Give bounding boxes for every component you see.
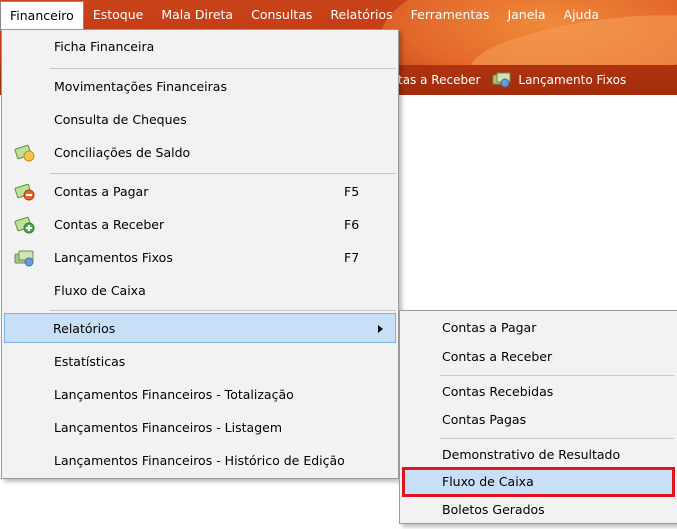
relatorios-submenu: Contas a Pagar Contas a Receber Contas R… [399,310,677,524]
submenu-item-demonstrativo[interactable]: Demonstrativo de Resultado [402,440,675,470]
submenu-item-label: Fluxo de Caixa [442,474,534,489]
submenu-item-contas-receber[interactable]: Contas a Receber [402,342,675,372]
menu-separator [50,173,396,174]
submenu-item-boletos[interactable]: Boletos Gerados [402,495,675,525]
fixed-entries-icon [14,249,36,267]
menu-janela[interactable]: Janela [498,0,554,30]
fixed-entries-icon [492,72,512,88]
submenu-item-label: Demonstrativo de Resultado [442,447,621,462]
submenu-item-label: Contas Pagas [442,412,527,427]
accounts-payable-icon [14,183,36,201]
menu-estoque[interactable]: Estoque [84,0,153,30]
menu-ajuda[interactable]: Ajuda [555,0,609,30]
menu-separator [50,68,396,69]
menu-item-lanc-historico[interactable]: Lançamentos Financeiros - Histórico de E… [4,446,396,476]
menu-item-movimentacoes[interactable]: Movimentações Financeiras [4,72,396,102]
menu-item-label: Movimentações Financeiras [54,79,227,94]
menu-item-label: Lançamentos Financeiros - Listagem [54,420,282,435]
balance-reconcile-icon [14,144,36,162]
submenu-item-contas-recebidas[interactable]: Contas Recebidas [402,377,675,407]
menu-item-shortcut: F6 [344,217,360,232]
submenu-item-label: Boletos Gerados [442,502,545,517]
menu-item-contas-receber[interactable]: Contas a Receber F6 [4,210,396,240]
menu-item-consulta-cheques[interactable]: Consulta de Cheques [4,105,396,135]
menu-separator [440,375,674,376]
menu-item-shortcut: F5 [344,184,360,199]
menu-bar: Financeiro Estoque Mala Direta Consultas… [0,0,677,31]
accounts-receivable-icon [14,216,36,234]
financeiro-dropdown: Ficha Financeira Movimentações Financeir… [1,29,399,479]
menu-ferramentas[interactable]: Ferramentas [402,0,499,30]
menu-item-label: Lançamentos Financeiros - Totalização [54,387,294,402]
menu-item-label: Lançamentos Fixos [54,250,173,265]
menu-item-lanc-listagem[interactable]: Lançamentos Financeiros - Listagem [4,413,396,443]
menu-mala-direta[interactable]: Mala Direta [152,0,242,30]
menu-item-lanc-totalizacao[interactable]: Lançamentos Financeiros - Totalização [4,380,396,410]
menu-item-label: Ficha Financeira [54,39,155,54]
toolbar-contas-receber-button[interactable]: tas a Receber [398,73,480,87]
menu-item-shortcut: F7 [344,250,360,265]
menu-item-fluxo-caixa[interactable]: Fluxo de Caixa [4,276,396,306]
toolbar-lancamento-fixos-button[interactable]: Lançamento Fixos [518,73,626,87]
submenu-item-label: Contas a Pagar [442,320,537,335]
menu-item-label: Relatórios [53,321,116,336]
menu-item-label: Estatísticas [54,354,126,369]
menu-separator [440,438,674,439]
menu-item-label: Contas a Pagar [54,184,149,199]
submenu-item-fluxo-caixa[interactable]: Fluxo de Caixa [402,467,675,497]
menu-financeiro[interactable]: Financeiro [0,0,84,31]
menu-consultas[interactable]: Consultas [242,0,321,30]
menu-item-ficha-financeira[interactable]: Ficha Financeira [4,32,396,62]
menu-item-lancamentos-fixos[interactable]: Lançamentos Fixos F7 [4,243,396,273]
menu-item-contas-pagar[interactable]: Contas a Pagar F5 [4,177,396,207]
submenu-arrow-icon [378,325,383,333]
menu-item-label: Conciliações de Saldo [54,145,191,160]
menu-relatorios[interactable]: Relatórios [321,0,401,30]
toolbar: tas a Receber Lançamento Fixos [398,68,626,92]
menu-separator [50,310,396,311]
menu-item-label: Contas a Receber [54,217,165,232]
submenu-item-label: Contas a Receber [442,349,553,364]
menu-item-conciliacoes[interactable]: Conciliações de Saldo [4,138,396,168]
menu-item-label: Consulta de Cheques [54,112,187,127]
menu-item-label: Fluxo de Caixa [54,283,146,298]
submenu-item-contas-pagas[interactable]: Contas Pagas [402,405,675,435]
menu-item-relatorios[interactable]: Relatórios [4,313,396,343]
menu-item-estatisticas[interactable]: Estatísticas [4,347,396,377]
submenu-item-label: Contas Recebidas [442,384,554,399]
submenu-item-contas-pagar[interactable]: Contas a Pagar [402,313,675,343]
menu-item-label: Lançamentos Financeiros - Histórico de E… [54,453,345,468]
